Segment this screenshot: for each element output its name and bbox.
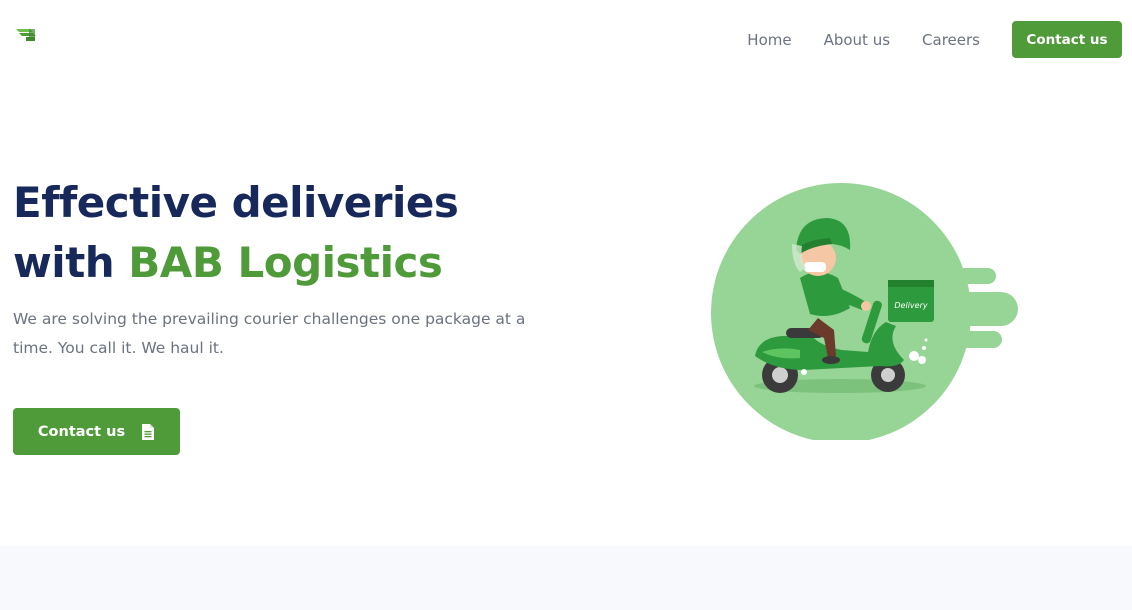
- hero-subtitle: We are solving the prevailing courier ch…: [13, 310, 526, 357]
- hero-title-line1: Effective deliveries: [13, 178, 459, 227]
- hero-contact-button[interactable]: Contact us: [13, 408, 180, 455]
- hero-section: Effective deliveries with BAB Logistics …: [0, 80, 1132, 546]
- nav-link-careers[interactable]: Careers: [922, 31, 980, 49]
- document-icon: [142, 423, 155, 440]
- hero-title-accent: BAB Logistics: [128, 238, 443, 287]
- nav-link-about[interactable]: About us: [824, 31, 890, 49]
- nav-links: Home About us Careers Contact us: [747, 21, 1122, 58]
- hero-title-line2-prefix: with: [13, 238, 129, 287]
- box-lettering: Delivery: [894, 301, 927, 310]
- nav-contact-button[interactable]: Contact us: [1012, 21, 1122, 58]
- delivery-scooter-illustration: Delivery: [711, 183, 1018, 440]
- next-section-band: [0, 546, 1132, 610]
- navbar: Home About us Careers Contact us: [0, 0, 1132, 80]
- nav-link-home[interactable]: Home: [747, 31, 791, 49]
- bab-logo-icon[interactable]: [16, 27, 38, 43]
- hero-contact-label: Contact us: [37, 423, 126, 440]
- hero-title: Effective deliveries with BAB Logistics: [13, 173, 459, 293]
